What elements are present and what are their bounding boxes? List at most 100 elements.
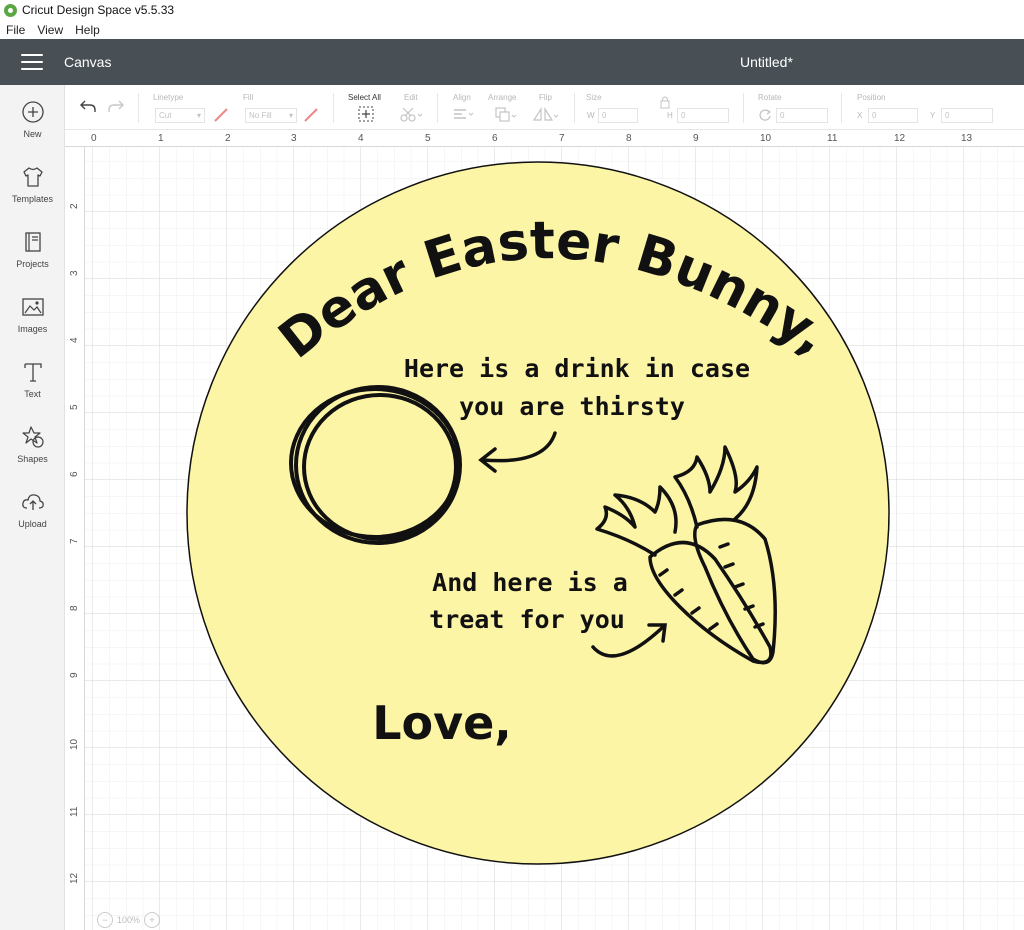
ruler-tick-label: 6: [492, 133, 498, 144]
zoom-out-button[interactable]: −: [97, 912, 113, 928]
plus-circle-icon: [21, 101, 44, 123]
chevron-down-icon: ▾: [288, 111, 293, 120]
height-value: 0: [681, 111, 686, 120]
x-label: X: [857, 111, 863, 120]
hamburger-menu-icon[interactable]: [21, 54, 43, 70]
fill-select[interactable]: No Fill ▾: [245, 108, 297, 123]
drink-line2-text[interactable]: you are thirsty: [459, 392, 685, 421]
select-all-icon[interactable]: [358, 106, 374, 122]
linetype-select[interactable]: Cut ▾: [155, 108, 205, 123]
horizontal-ruler: 0 1 2 3 4 5 6 7 8 9 10 11 12 13: [65, 130, 1024, 147]
treat-line1-text[interactable]: And here is a: [432, 568, 628, 597]
lock-icon[interactable]: [659, 95, 671, 109]
ruler-tick-label: 10: [69, 738, 80, 750]
y-position-input[interactable]: 0: [941, 108, 993, 123]
sidebar-item-new[interactable]: New: [0, 99, 65, 161]
height-label: H: [667, 111, 673, 120]
height-input[interactable]: 0: [677, 108, 729, 123]
window-title: Cricut Design Space v5.5.33: [22, 3, 175, 17]
width-input[interactable]: 0: [598, 108, 638, 123]
ruler-tick-label: 11: [69, 806, 80, 817]
arrange-label: Arrange: [488, 93, 517, 102]
app-header: Canvas Untitled*: [0, 39, 1024, 85]
closing-text[interactable]: Love,: [372, 696, 512, 750]
linetype-value: Cut: [159, 111, 172, 120]
sidebar-item-label: New: [23, 129, 42, 139]
sidebar-item-label: Templates: [11, 194, 54, 204]
width-label: W: [587, 111, 595, 120]
notebook-icon: [24, 232, 41, 252]
zoom-control: − 100% +: [93, 912, 164, 928]
sidebar-item-label: Images: [17, 324, 48, 334]
sidebar-item-label: Text: [24, 389, 41, 399]
flip-icon[interactable]: [533, 107, 559, 123]
sidebar-item-label: Upload: [18, 519, 47, 529]
window-titlebar: Cricut Design Space v5.5.33: [0, 0, 1024, 20]
align-icon[interactable]: [453, 108, 477, 122]
redo-icon[interactable]: [107, 98, 125, 114]
rotate-label: Rotate: [758, 93, 782, 102]
scissors-icon[interactable]: [400, 106, 424, 122]
flip-label: Flip: [539, 93, 552, 102]
vertical-ruler: 2 3 4 5 6 7 8 9 10 11 12: [65, 147, 85, 930]
edit-toolbar: Linetype Cut ▾ Fill No Fill ▾ Select All E…: [65, 85, 1024, 130]
document-title: Untitled*: [740, 54, 793, 70]
undo-icon[interactable]: [79, 98, 97, 114]
ruler-tick-label: 0: [91, 133, 97, 144]
sidebar-item-templates[interactable]: Templates: [0, 164, 65, 226]
linetype-label: Linetype: [153, 93, 184, 102]
sidebar-item-label: Projects: [16, 259, 49, 269]
select-all-label: Select All: [348, 93, 381, 102]
ruler-tick-label: 12: [894, 133, 906, 144]
tshirt-icon: [22, 167, 43, 187]
x-position-input[interactable]: 0: [868, 108, 918, 123]
ruler-tick-label: 9: [69, 672, 80, 678]
y-label: Y: [930, 111, 936, 120]
fill-label: Fill: [243, 93, 254, 102]
design-canvas[interactable]: Dear Easter Bunny, Here is a drink in ca…: [85, 147, 1024, 930]
ruler-tick-label: 6: [69, 471, 80, 477]
ruler-tick-label: 4: [358, 133, 364, 144]
arrange-icon[interactable]: [495, 107, 519, 123]
ruler-tick-label: 4: [69, 337, 80, 343]
sidebar-item-images[interactable]: Images: [0, 294, 65, 356]
size-label: Size: [586, 93, 602, 102]
section-title: Canvas: [64, 54, 112, 70]
position-label: Position: [857, 93, 886, 102]
shapes-icon: [21, 426, 44, 448]
ruler-tick-label: 11: [827, 133, 838, 144]
design-artwork[interactable]: Dear Easter Bunny, Here is a drink in ca…: [85, 147, 1024, 930]
sidebar-item-shapes[interactable]: Shapes: [0, 424, 65, 486]
sidebar-item-text[interactable]: Text: [0, 359, 65, 421]
menu-view[interactable]: View: [31, 23, 69, 37]
sidebar-item-upload[interactable]: Upload: [0, 489, 65, 551]
sidebar-item-projects[interactable]: Projects: [0, 229, 65, 291]
ruler-tick-label: 1: [158, 133, 164, 144]
ruler-tick-label: 2: [69, 203, 80, 209]
ruler-tick-label: 7: [559, 133, 565, 144]
linetype-color-swatch[interactable]: [213, 107, 229, 123]
zoom-in-button[interactable]: +: [144, 912, 161, 928]
menu-file[interactable]: File: [0, 23, 31, 37]
cricut-logo-icon: [4, 3, 17, 17]
edit-label: Edit: [404, 93, 418, 102]
zoom-level: 100%: [117, 915, 141, 925]
rotate-input[interactable]: 0: [776, 108, 828, 123]
ruler-tick-label: 9: [693, 133, 699, 144]
ruler-tick-label: 10: [760, 133, 772, 144]
fill-color-swatch[interactable]: [303, 107, 319, 123]
treat-line2-text[interactable]: treat for you: [429, 605, 625, 634]
align-label: Align: [453, 93, 471, 102]
ruler-tick-label: 3: [291, 133, 297, 144]
menu-bar: File View Help: [0, 20, 1024, 39]
text-t-icon: [23, 363, 42, 382]
ruler-tick-label: 5: [69, 404, 80, 410]
fill-value: No Fill: [249, 111, 272, 120]
menu-help[interactable]: Help: [69, 23, 106, 37]
ruler-tick-label: 13: [961, 133, 973, 144]
sidebar-item-label: Shapes: [17, 454, 48, 464]
ruler-tick-label: 7: [69, 538, 80, 544]
rotate-icon[interactable]: [758, 108, 772, 122]
drink-line1-text[interactable]: Here is a drink in case: [404, 354, 750, 383]
cloud-upload-icon: [21, 494, 44, 510]
